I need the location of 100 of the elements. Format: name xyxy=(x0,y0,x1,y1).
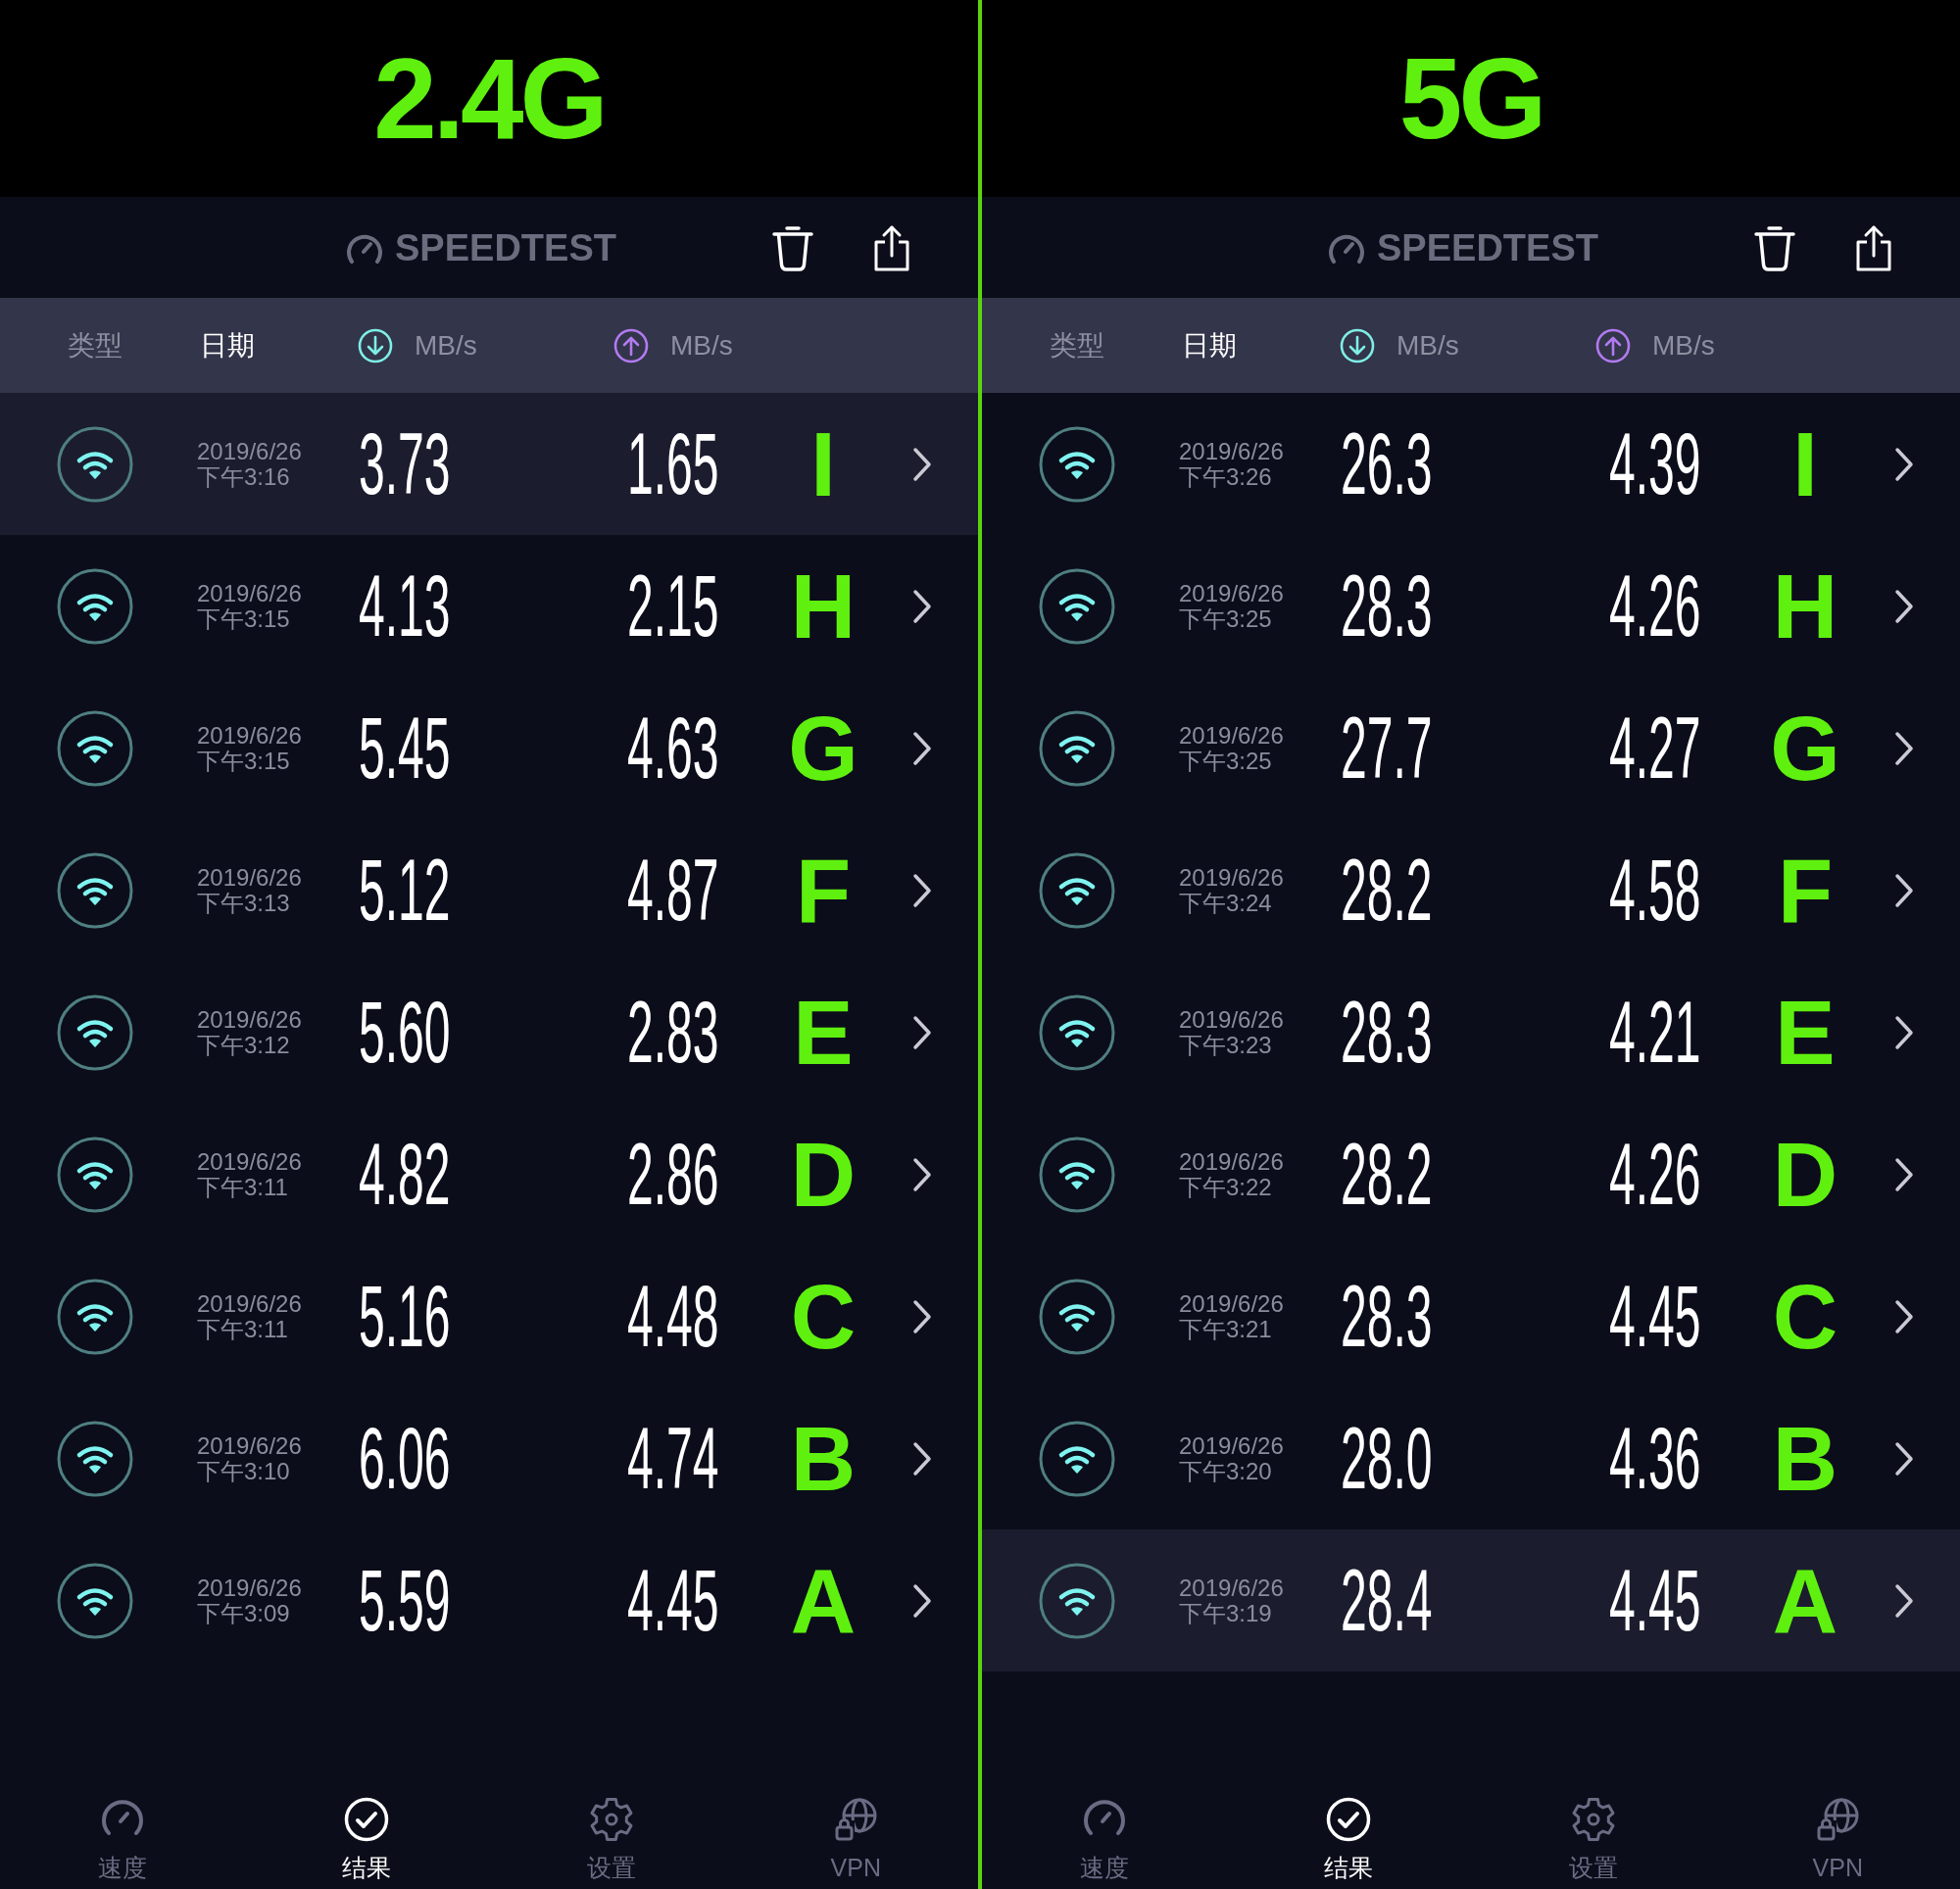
wifi-icon xyxy=(1039,425,1115,503)
column-header[interactable]: MB/s xyxy=(358,327,477,363)
settings-icon xyxy=(1570,1797,1616,1842)
marker-letter: C xyxy=(790,1271,857,1362)
column-header[interactable]: 类型 xyxy=(1050,331,1104,360)
marker-letter: A xyxy=(1772,1555,1838,1646)
result-row[interactable]: 2019/6/26 下午3:09 5.59 4.45 A xyxy=(0,1529,978,1671)
result-row[interactable]: 2019/6/26 下午3:21 28.3 4.45 C xyxy=(982,1245,1960,1387)
column-header[interactable]: MB/s xyxy=(1340,327,1459,363)
column-header[interactable]: 日期 xyxy=(200,331,255,360)
wifi-icon xyxy=(57,709,133,787)
chevron-right-icon xyxy=(911,1155,933,1193)
result-row[interactable]: 2019/6/26 下午3:10 6.06 4.74 B xyxy=(0,1387,978,1529)
date-text: 2019/6/26 xyxy=(1179,438,1284,464)
date-text: 2019/6/26 xyxy=(197,1574,302,1601)
result-row[interactable]: 2019/6/26 下午3:11 4.82 2.86 D xyxy=(0,1103,978,1245)
check-circle-icon xyxy=(1326,1797,1372,1842)
result-row[interactable]: 2019/6/26 下午3:25 27.7 4.27 G xyxy=(982,677,1960,819)
date-text: 2019/6/26 xyxy=(197,580,302,606)
upload-speed: 4.45 xyxy=(627,1557,719,1644)
column-header[interactable]: MB/s xyxy=(613,327,733,363)
panel-title: 5G xyxy=(1398,41,1544,156)
tab-bar-item[interactable]: 速度 xyxy=(1079,1797,1129,1881)
tab-bar-item[interactable]: 结果 xyxy=(342,1797,392,1881)
date-text: 2019/6/26 xyxy=(1179,722,1284,749)
date-text: 2019/6/26 xyxy=(1179,1432,1284,1459)
wifi-icon xyxy=(57,851,133,929)
result-row[interactable]: 2019/6/26 下午3:22 28.2 4.26 D xyxy=(982,1103,1960,1245)
download-speed: 5.12 xyxy=(359,847,451,934)
chevron-right-icon xyxy=(911,587,933,625)
download-speed: 4.13 xyxy=(359,562,451,650)
time-text: 下午3:11 xyxy=(197,1316,288,1342)
wifi-icon xyxy=(57,1278,133,1355)
chevron-right-icon xyxy=(1893,445,1915,483)
upload-speed: 4.45 xyxy=(1609,1557,1701,1644)
time-text: 下午3:15 xyxy=(197,605,290,632)
result-row[interactable]: 2019/6/26 下午3:20 28.0 4.36 B xyxy=(982,1387,1960,1529)
tab-bar-item[interactable]: VPN xyxy=(1812,1797,1863,1881)
logo-wordmark: SPEEDTEST xyxy=(395,228,616,266)
upload-speed: 2.15 xyxy=(627,562,719,650)
share-icon[interactable] xyxy=(873,223,910,271)
time-text: 下午3:19 xyxy=(1179,1600,1272,1626)
chevron-right-icon xyxy=(911,1297,933,1335)
download-speed: 5.59 xyxy=(359,1557,451,1644)
column-header[interactable]: MB/s xyxy=(1595,327,1715,363)
result-row[interactable]: 2019/6/26 下午3:25 28.3 4.26 H xyxy=(982,535,1960,677)
result-row[interactable]: 2019/6/26 下午3:19 28.4 4.45 A xyxy=(982,1529,1960,1671)
marker-letter: H xyxy=(790,560,857,652)
marker-letter: H xyxy=(1772,560,1838,652)
wifi-icon xyxy=(1039,1278,1115,1355)
date-text: 2019/6/26 xyxy=(197,1148,302,1175)
result-row[interactable]: 2019/6/26 下午3:23 28.3 4.21 E xyxy=(982,961,1960,1103)
tab-bar-item[interactable]: VPN xyxy=(830,1797,881,1881)
download-speed: 5.45 xyxy=(359,704,451,792)
time-text: 下午3:15 xyxy=(197,748,290,774)
chevron-right-icon xyxy=(1893,1439,1915,1477)
download-speed: 6.06 xyxy=(359,1415,451,1502)
result-row[interactable]: 2019/6/26 下午3:15 5.45 4.63 G xyxy=(0,677,978,819)
chevron-right-icon xyxy=(1893,1297,1915,1335)
time-text: 下午3:10 xyxy=(197,1458,290,1484)
download-speed: 28.2 xyxy=(1341,1131,1433,1218)
result-row[interactable]: 2019/6/26 下午3:13 5.12 4.87 F xyxy=(0,819,978,961)
tab-bar-item[interactable]: 速度 xyxy=(97,1797,147,1881)
time-text: 下午3:20 xyxy=(1179,1458,1272,1484)
tab-bar-item[interactable]: 设置 xyxy=(586,1797,636,1881)
time-text: 下午3:11 xyxy=(197,1174,288,1200)
wifi-icon xyxy=(1039,851,1115,929)
share-icon[interactable] xyxy=(1855,223,1892,271)
time-text: 下午3:22 xyxy=(1179,1174,1272,1200)
marker-letter: I xyxy=(1792,418,1818,509)
result-row[interactable]: 2019/6/26 下午3:15 4.13 2.15 H xyxy=(0,535,978,677)
upload-speed: 4.21 xyxy=(1609,989,1701,1076)
wifi-icon xyxy=(57,567,133,645)
chevron-right-icon xyxy=(911,1439,933,1477)
marker-letter: F xyxy=(795,845,852,936)
result-row[interactable]: 2019/6/26 下午3:11 5.16 4.48 C xyxy=(0,1245,978,1387)
upload-speed: 4.27 xyxy=(1609,704,1701,792)
upload-speed: 2.86 xyxy=(627,1131,719,1218)
download-speed: 28.3 xyxy=(1341,1273,1433,1360)
marker-letter: I xyxy=(810,418,836,509)
date-text: 2019/6/26 xyxy=(1179,1006,1284,1033)
time-text: 下午3:25 xyxy=(1179,605,1272,632)
chevron-right-icon xyxy=(911,445,933,483)
chevron-right-icon xyxy=(1893,871,1915,909)
result-row[interactable]: 2019/6/26 下午3:26 26.3 4.39 I xyxy=(982,393,1960,535)
download-speed: 4.82 xyxy=(359,1131,451,1218)
download-speed: 5.16 xyxy=(359,1273,451,1360)
wifi-icon xyxy=(1039,1420,1115,1497)
result-row[interactable]: 2019/6/26 下午3:24 28.2 4.58 F xyxy=(982,819,1960,961)
result-row[interactable]: 2019/6/26 下午3:12 5.60 2.83 E xyxy=(0,961,978,1103)
tab-bar-item[interactable]: 设置 xyxy=(1568,1797,1618,1881)
column-header[interactable]: 类型 xyxy=(68,331,122,360)
time-text: 下午3:12 xyxy=(197,1032,290,1058)
result-row[interactable]: 2019/6/26 下午3:16 3.73 1.65 I xyxy=(0,393,978,535)
column-header[interactable]: 日期 xyxy=(1182,331,1237,360)
upload-speed: 2.83 xyxy=(627,989,719,1076)
tab-bar-item[interactable]: 结果 xyxy=(1324,1797,1374,1881)
wifi-icon xyxy=(57,993,133,1071)
download-speed: 28.2 xyxy=(1341,847,1433,934)
download-speed: 27.7 xyxy=(1341,704,1433,792)
